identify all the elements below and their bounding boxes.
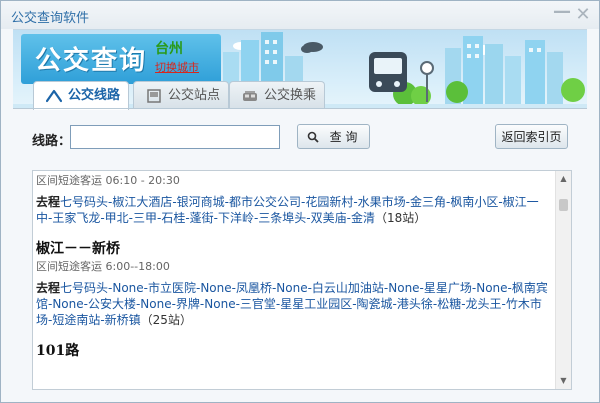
close-button[interactable]: ✕	[573, 5, 593, 25]
bus-transfer-icon	[243, 91, 257, 101]
route-meta: 区间短途客运 6:00--18:00	[36, 260, 170, 273]
tab-bus-transfer[interactable]: 公交换乘	[229, 81, 325, 109]
title-bar[interactable]: 公交查询软件 — ✕	[1, 1, 599, 29]
window-title: 公交查询软件	[11, 11, 90, 26]
line-search-input[interactable]	[70, 125, 280, 149]
tab-bus-lines-label: 公交线路	[68, 88, 121, 103]
route-stop-count: （18站）	[374, 211, 427, 225]
scrollbar-thumb[interactable]	[559, 199, 568, 211]
route-name[interactable]: 101路	[36, 340, 549, 360]
app-window: 公交查询软件 — ✕ 公交查询 台州 切换城市 公交线路 公交站点 公交换乘 线…	[0, 0, 600, 403]
results-panel[interactable]: 区间短途客运 06:10 - 20:30 去程七号码头-椒江大酒店-银河商城-都…	[32, 170, 572, 390]
route-direction: 去程	[36, 195, 61, 209]
route-stop-list[interactable]: 七号码头-椒江大酒店-银河商城-都市公交公司-花园新村-水果市场-金三角-枫南小…	[36, 195, 539, 225]
tab-bus-transfer-label: 公交换乘	[264, 88, 317, 103]
brand-block: 公交查询 台州 切换城市	[21, 34, 221, 84]
current-city: 台州	[155, 41, 183, 57]
route-stops: 去程七号码头-椒江大酒店-银河商城-都市公交公司-花园新村-水果市场-金三角-枫…	[36, 194, 549, 226]
route-stops: 去程七号码头-None-市立医院-None-凤凰桥-None-白云山加油站-No…	[36, 280, 549, 328]
results-list: 区间短途客运 06:10 - 20:30 去程七号码头-椒江大酒店-银河商城-都…	[33, 171, 557, 360]
bus-stop-icon	[147, 89, 161, 103]
tab-bus-stops[interactable]: 公交站点	[133, 81, 229, 109]
query-button-label: 查 询	[329, 130, 358, 144]
line-label: 线路：	[32, 134, 72, 149]
route-stop-list[interactable]: 七号码头-None-市立医院-None-凤凰桥-None-白云山加油站-None…	[36, 281, 548, 327]
bus-stop-sign-icon	[420, 61, 434, 75]
route-meta: 区间短途客运 06:10 - 20:30	[36, 174, 180, 187]
scroll-up-arrow-icon[interactable]: ▲	[556, 171, 571, 187]
app-logo-title: 公交查询	[35, 46, 148, 76]
minimize-button[interactable]: —	[552, 2, 572, 22]
route-item: 101路	[36, 340, 549, 360]
tab-bus-lines[interactable]: 公交线路	[33, 81, 129, 110]
route-item: 区间短途客运 06:10 - 20:30 去程七号码头-椒江大酒店-银河商城-都…	[36, 172, 549, 226]
query-button[interactable]: 查 询	[297, 124, 370, 149]
switch-city-link[interactable]: 切换城市	[155, 59, 199, 75]
route-stop-count: （25站）	[140, 313, 192, 327]
route-direction: 去程	[36, 281, 61, 295]
back-to-index-button[interactable]: 返回索引页	[495, 124, 568, 149]
scroll-down-arrow-icon[interactable]: ▼	[556, 373, 571, 389]
route-name[interactable]: 椒江－－新桥	[36, 238, 549, 258]
route-item: 椒江－－新桥 区间短途客运 6:00--18:00 去程七号码头-None-市立…	[36, 238, 549, 328]
search-icon	[307, 131, 319, 143]
tab-bus-stops-label: 公交站点	[168, 88, 221, 103]
tab-divider	[13, 108, 587, 109]
bus-line-icon	[46, 89, 62, 103]
results-scrollbar[interactable]: ▲ ▼	[555, 171, 571, 389]
